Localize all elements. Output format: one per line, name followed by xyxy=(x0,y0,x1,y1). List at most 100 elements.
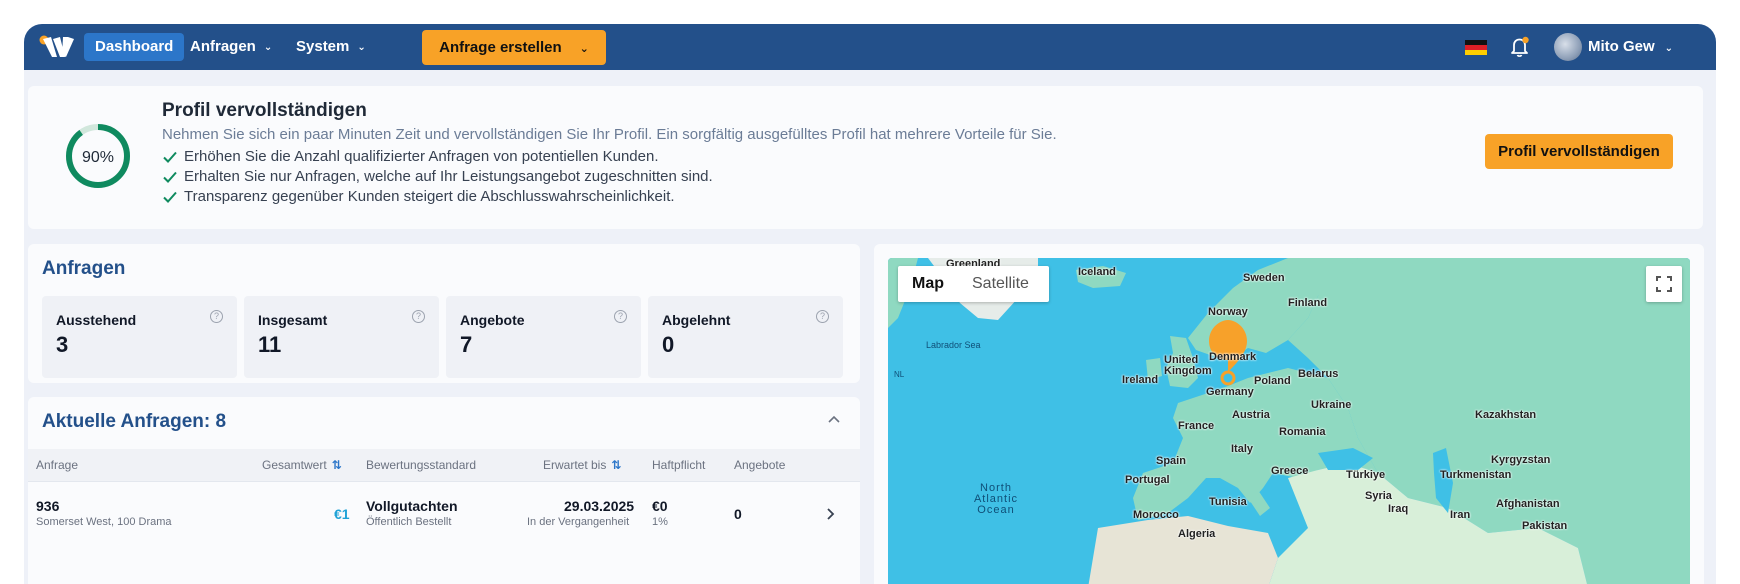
map-type-satellite-button[interactable]: Satellite xyxy=(958,266,1043,302)
section-title: Anfragen xyxy=(42,258,126,279)
avatar[interactable] xyxy=(1554,33,1582,61)
section-title: Aktuelle Anfragen: 8 xyxy=(42,411,227,432)
map-label: Finland xyxy=(1288,297,1328,309)
offers-count: 0 xyxy=(734,506,742,522)
nav-anfragen[interactable]: Anfragen ⌄ xyxy=(179,33,283,61)
stat-value: 11 xyxy=(258,332,282,357)
column-header: Anfrage xyxy=(36,458,79,472)
column-header: Haftpflicht xyxy=(652,458,706,472)
map-label: Iran xyxy=(1450,509,1471,521)
expected-date-sub: In der Vergangenheit xyxy=(527,516,630,528)
bell-icon[interactable] xyxy=(1510,36,1530,58)
app-window: Dashboard Anfragen ⌄ System ⌄ Anfrage erst… xyxy=(24,24,1716,584)
map-label: Morocco xyxy=(1133,509,1179,521)
user-menu[interactable]: Mito Gew ⌄ xyxy=(1588,33,1673,61)
chevron-down-icon: ⌄ xyxy=(357,42,366,53)
map-label: Türkiye xyxy=(1346,469,1386,481)
fullscreen-button[interactable] xyxy=(1646,266,1682,302)
column-header: Angebote xyxy=(734,458,786,472)
benefit-text: Erhöhen Sie die Anzahl qualifizierter An… xyxy=(184,148,659,165)
map-label: Belarus xyxy=(1298,368,1339,380)
total-value: €1 xyxy=(334,506,350,522)
profile-progress-ring: 90% xyxy=(66,124,130,188)
stat-offers: Angebote 7 ? xyxy=(446,296,641,378)
top-navbar: Dashboard Anfragen ⌄ System ⌄ Anfrage erst… xyxy=(24,24,1716,70)
nav-system-label: System xyxy=(296,38,350,55)
complete-profile-button[interactable]: Profil vervollständigen xyxy=(1485,134,1673,169)
chevron-down-icon: ⌄ xyxy=(1664,43,1674,54)
chevron-down-icon: ⌄ xyxy=(263,42,273,53)
map-label: NL xyxy=(894,370,905,379)
sort-icon[interactable]: ⇅ xyxy=(332,458,342,472)
request-address: Somerset West, 100 Drama xyxy=(36,516,172,528)
map-label: United Kingdom xyxy=(1164,354,1212,377)
map-label: Italy xyxy=(1231,443,1254,455)
nav-dashboard[interactable]: Dashboard xyxy=(84,33,185,61)
stat-value: 7 xyxy=(460,332,473,357)
profile-completion-card: 90% Profil vervollständigen Nehmen Sie s… xyxy=(28,86,1703,229)
help-icon[interactable]: ? xyxy=(816,310,829,323)
map-type-control: Map Satellite xyxy=(898,266,1049,302)
help-icon[interactable]: ? xyxy=(614,310,627,323)
map-card: Greenland Iceland Sweden Finland Norway … xyxy=(874,244,1704,584)
map-type-map-button[interactable]: Map xyxy=(898,266,958,302)
column-header-sortable[interactable]: Erwartet bis ⇅ xyxy=(543,458,621,472)
map-label: Iraq xyxy=(1388,503,1409,515)
map-label: Norway xyxy=(1208,306,1248,318)
map-label: Romania xyxy=(1279,426,1326,438)
stat-rejected: Abgelehnt 0 ? xyxy=(648,296,843,378)
sort-icon[interactable]: ⇅ xyxy=(611,458,621,472)
column-header-sortable[interactable]: Gesamtwert ⇅ xyxy=(262,458,342,472)
nav-dashboard-label: Dashboard xyxy=(95,38,174,55)
stat-label: Abgelehnt xyxy=(662,312,731,328)
list-item: Erhöhen Sie die Anzahl qualifizierter An… xyxy=(162,147,713,167)
check-icon xyxy=(163,151,177,163)
nav-system[interactable]: System ⌄ xyxy=(285,33,377,61)
benefit-text: Transparenz gegenüber Kunden steigert di… xyxy=(184,188,675,205)
column-header: Bewertungsstandard xyxy=(366,458,477,472)
profile-benefits-list: Erhöhen Sie die Anzahl qualifizierter An… xyxy=(162,147,713,207)
profile-percent: 90% xyxy=(82,149,114,166)
map-label: Tunisia xyxy=(1209,496,1247,508)
current-requests-card: Aktuelle Anfragen: 8 Anfrage Gesamtwert ⇅… xyxy=(28,397,860,584)
profile-title: Profil vervollständigen xyxy=(162,100,367,121)
help-icon[interactable]: ? xyxy=(210,310,223,323)
request-id: 936 xyxy=(36,498,60,514)
map-label: Greece xyxy=(1271,465,1309,477)
map-label: Ireland xyxy=(1122,374,1159,386)
map-label: Denmark xyxy=(1209,351,1257,363)
german-flag-icon[interactable] xyxy=(1465,40,1487,55)
map-label: Syria xyxy=(1365,490,1392,502)
stat-pending: Ausstehend 3 ? xyxy=(42,296,237,378)
stat-value: 3 xyxy=(56,332,69,357)
profile-subtitle: Nehmen Sie sich ein paar Minuten Zeit un… xyxy=(162,126,1057,143)
requests-stats-card: Anfragen Ausstehend 3 ? Insgesamt 11 ? A… xyxy=(28,244,860,383)
create-request-button[interactable]: Anfrage erstellen ⌄ xyxy=(422,30,606,65)
column-header-label: Gesamtwert xyxy=(262,458,327,472)
map-label: Labrador Sea xyxy=(926,340,981,350)
list-item: Erhalten Sie nur Anfragen, welche auf Ih… xyxy=(162,167,713,187)
chevron-right-icon[interactable] xyxy=(826,507,835,521)
stat-total: Insgesamt 11 ? xyxy=(244,296,439,378)
list-item: Transparenz gegenüber Kunden steigert di… xyxy=(162,187,713,207)
map-label: Ukraine xyxy=(1311,399,1352,411)
map-label: Portugal xyxy=(1125,474,1170,486)
stat-label: Insgesamt xyxy=(258,312,328,328)
map-label: France xyxy=(1178,420,1215,432)
help-icon[interactable]: ? xyxy=(412,310,425,323)
map-label: Sweden xyxy=(1243,272,1285,284)
map-label: Iceland xyxy=(1078,266,1116,278)
valuation-standard: Vollgutachten xyxy=(366,498,458,514)
column-header-label: Erwartet bis xyxy=(543,458,607,472)
map-label: Poland xyxy=(1254,375,1291,387)
check-icon xyxy=(163,191,177,203)
map-label: Austria xyxy=(1232,409,1270,421)
map-label: Kyrgyzstan xyxy=(1491,454,1551,466)
map-label: Spain xyxy=(1156,455,1186,467)
table-row[interactable]: 936 Somerset West, 100 Drama €1 Vollguta… xyxy=(28,482,860,542)
map-view[interactable]: Greenland Iceland Sweden Finland Norway … xyxy=(888,258,1690,584)
chevron-up-icon[interactable] xyxy=(827,414,841,424)
map-label: Kazakhstan xyxy=(1475,409,1537,421)
stat-label: Angebote xyxy=(460,312,525,328)
logo-icon[interactable] xyxy=(38,33,78,61)
